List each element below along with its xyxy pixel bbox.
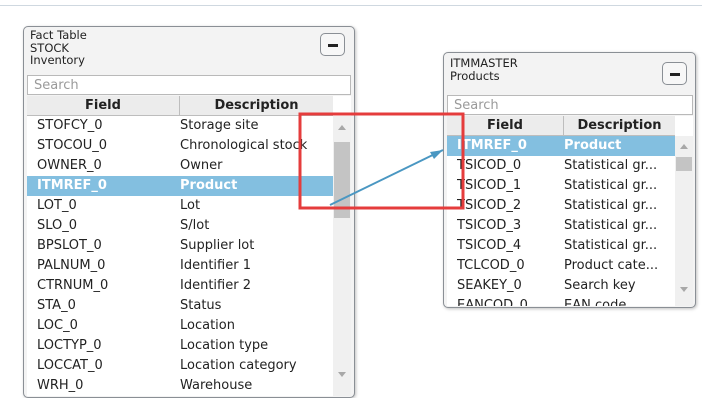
join-arrowhead-icon [430,150,443,159]
join-connector-line[interactable] [329,149,444,206]
join-overlay [298,112,465,210]
highlight-box [298,112,465,210]
